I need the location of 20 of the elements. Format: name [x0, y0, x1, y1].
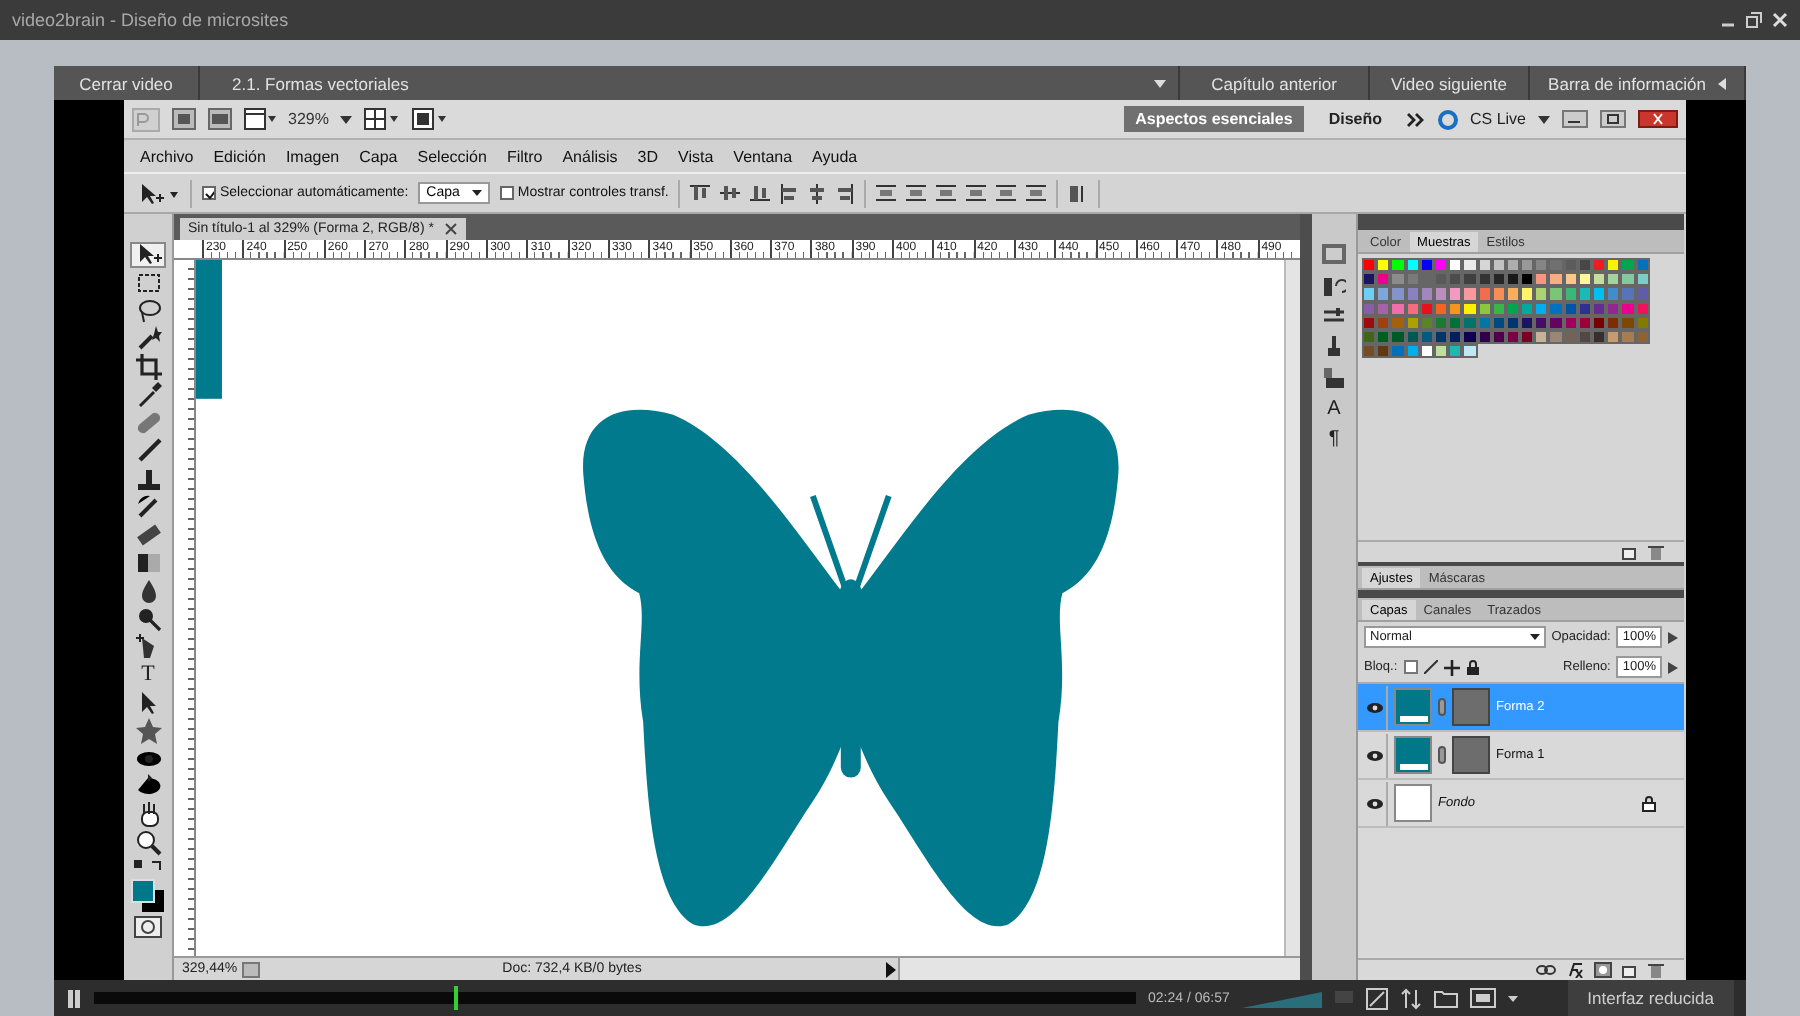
- character-panel-button[interactable]: A: [1327, 398, 1341, 420]
- menu-item[interactable]: Edición: [203, 147, 276, 165]
- cs-live-menu[interactable]: CS Live: [1469, 110, 1526, 128]
- menu-item[interactable]: Capa: [349, 147, 408, 165]
- paragraph-panel-button[interactable]: ¶: [1328, 428, 1340, 450]
- window-title: video2brain - Diseño de microsites: [12, 10, 289, 30]
- menu-item[interactable]: Filtro: [496, 147, 553, 165]
- menu-item[interactable]: Ayuda: [802, 147, 868, 165]
- workspace-button[interactable]: Aspectos esenciales: [1123, 106, 1305, 132]
- menu-item[interactable]: Ventana: [723, 147, 803, 165]
- menu-item[interactable]: Vista: [668, 147, 724, 165]
- compact-mode-button[interactable]: Interfaz reducida: [1567, 980, 1734, 1016]
- menu-item[interactable]: Selección: [407, 147, 497, 165]
- menu-item[interactable]: Archivo: [130, 147, 204, 165]
- workspace-button[interactable]: Diseño: [1316, 106, 1394, 132]
- menu-item[interactable]: 3D: [627, 147, 669, 165]
- zoom-dropdown[interactable]: 329%: [288, 110, 329, 128]
- menu-item[interactable]: Imagen: [275, 147, 350, 165]
- menu-item[interactable]: Análisis: [552, 147, 628, 165]
- type-tool-button[interactable]: T: [141, 662, 155, 687]
